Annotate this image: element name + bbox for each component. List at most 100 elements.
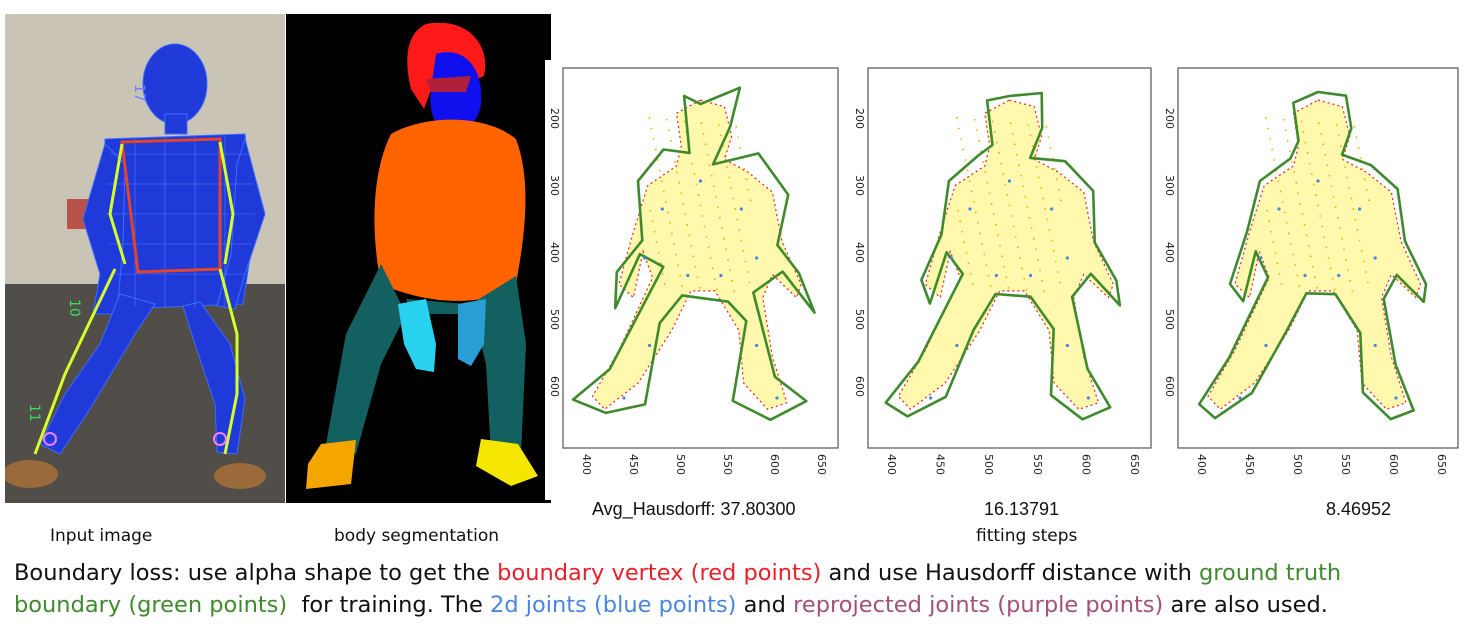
mesh-point <box>967 262 970 265</box>
x-tick-label: 500 <box>674 454 687 475</box>
mesh-point <box>1288 232 1290 235</box>
joint-point <box>950 256 954 260</box>
hausdorff-label-1: Avg_Hausdorff: 37.80300 <box>592 499 796 520</box>
x-tick-label: 650 <box>1435 454 1448 475</box>
mesh-point <box>1278 272 1281 275</box>
joint-point <box>1050 207 1054 211</box>
joint-point <box>968 207 972 211</box>
mesh-point <box>1363 178 1366 181</box>
joint-point <box>955 343 959 348</box>
mesh-point <box>1059 281 1061 284</box>
mesh-point <box>976 129 978 132</box>
description-line-1: Boundary loss: use alpha shape to get th… <box>14 557 1464 589</box>
mesh-point <box>1017 246 1019 249</box>
mesh-point <box>727 258 729 261</box>
mesh-point <box>993 131 996 133</box>
mesh-point <box>668 129 670 132</box>
mesh-point <box>1331 278 1334 280</box>
mesh-point <box>1029 134 1032 137</box>
mesh-point <box>1332 195 1335 198</box>
mesh-point <box>1320 132 1322 135</box>
mesh-point <box>693 173 696 175</box>
mesh-point <box>1040 187 1042 189</box>
mesh-point <box>684 213 687 216</box>
mesh-point <box>1338 227 1341 230</box>
mesh-point <box>651 220 654 223</box>
mesh-point <box>674 160 676 163</box>
mesh-point <box>1310 173 1313 175</box>
mesh-point <box>742 250 745 252</box>
mesh-point <box>990 202 993 205</box>
mesh-point <box>739 146 742 149</box>
joint-point <box>642 256 646 260</box>
mesh-point <box>1294 264 1296 266</box>
body-segmentation-image <box>286 14 551 503</box>
metric-value: 37.80300 <box>720 499 796 519</box>
mesh-point <box>964 159 967 161</box>
joint-point <box>775 396 779 400</box>
mesh-point <box>1305 234 1308 237</box>
metric-value: 16.13791 <box>984 499 1060 519</box>
mesh-point <box>676 171 678 174</box>
mesh-point <box>691 162 694 165</box>
mesh-point <box>982 160 985 163</box>
mesh-point <box>1038 176 1040 179</box>
mesh-point <box>1330 185 1333 188</box>
mesh-point <box>1334 206 1337 209</box>
mesh-point <box>713 278 716 280</box>
mesh-point <box>1351 290 1354 293</box>
joint-point <box>1259 256 1263 260</box>
mesh-point <box>1298 285 1301 287</box>
mesh-point <box>1028 216 1031 219</box>
mesh-point <box>1348 187 1351 189</box>
joint-point <box>1264 343 1268 348</box>
mesh-point <box>1058 188 1060 191</box>
mesh-point <box>992 213 995 216</box>
mesh-point <box>1274 251 1277 254</box>
mesh-point <box>1045 125 1048 128</box>
mesh-point <box>961 230 964 233</box>
mesh-point <box>690 244 693 247</box>
mesh-point <box>960 138 962 140</box>
mesh-point <box>1354 218 1357 221</box>
segmentation-render <box>306 22 538 489</box>
mesh-point <box>1308 162 1311 165</box>
mesh-point <box>1362 260 1365 263</box>
mesh-point <box>650 127 653 130</box>
mesh-point <box>655 241 658 244</box>
hausdorff-label-3: 8.46952 <box>1326 499 1391 520</box>
mesh-point <box>1036 166 1038 168</box>
mesh-point <box>965 251 968 254</box>
mesh-point <box>1315 194 1317 196</box>
mesh-point <box>667 211 669 214</box>
joint-point <box>755 343 759 348</box>
mesh-point <box>1281 201 1284 203</box>
mesh-point <box>1336 216 1339 219</box>
mesh-point <box>735 125 738 128</box>
y-tick-label: 200 <box>853 108 866 129</box>
text-segment: and use Hausdorff distance with <box>821 560 1200 586</box>
ground-truth-highlight: boundary (green points) <box>14 592 288 618</box>
mesh-point <box>1030 227 1033 230</box>
mesh-point <box>715 288 718 291</box>
mesh-point <box>1299 202 1302 205</box>
mesh-point <box>958 127 960 130</box>
mesh-point <box>970 190 973 193</box>
mesh-point <box>738 229 741 231</box>
mesh-point <box>1325 246 1328 249</box>
mesh-point <box>1344 166 1346 168</box>
mesh-point <box>707 246 710 249</box>
mesh-point <box>734 208 737 210</box>
mesh-point <box>1290 243 1292 245</box>
mesh-point <box>962 148 965 151</box>
mesh-point <box>1032 237 1035 240</box>
mesh-point <box>653 230 656 233</box>
mesh-point <box>705 236 708 238</box>
x-tick-label: 400 <box>1195 454 1208 475</box>
mesh-point <box>654 148 657 151</box>
mesh-point <box>712 185 715 188</box>
mesh-point <box>1337 134 1340 137</box>
mesh-point <box>997 234 999 237</box>
mesh-point <box>1034 248 1037 251</box>
mesh-point <box>662 190 665 193</box>
